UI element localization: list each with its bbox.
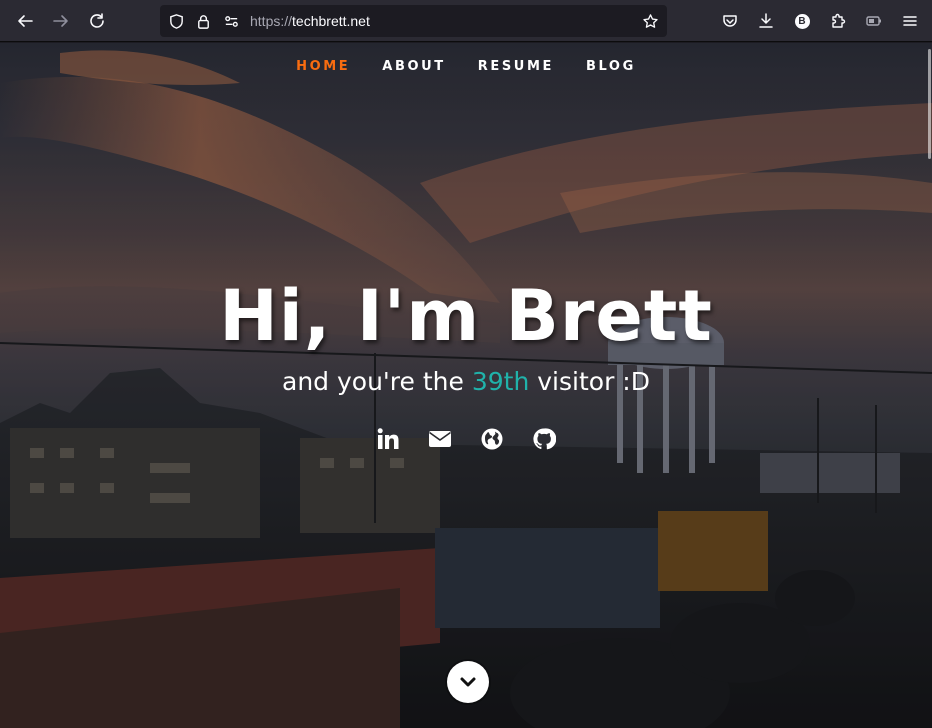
account-button[interactable]: B	[787, 6, 817, 36]
url-text[interactable]: https://techbrett.net	[250, 5, 370, 37]
pocket-icon	[723, 15, 737, 27]
pocket-button[interactable]	[715, 6, 745, 36]
github-icon	[533, 428, 556, 450]
email-link[interactable]	[428, 427, 452, 451]
email-icon	[429, 431, 451, 447]
back-arrow-icon	[18, 15, 33, 27]
url-bar[interactable]: https://techbrett.net	[160, 5, 667, 37]
puzzle-icon	[832, 13, 846, 28]
download-icon	[759, 13, 773, 28]
nav-link-home[interactable]: HOME	[280, 59, 366, 74]
globe-icon	[481, 428, 503, 450]
url-host: techbrett.net	[292, 13, 370, 29]
website-link[interactable]	[480, 427, 504, 451]
reload-icon	[90, 13, 104, 28]
subtitle-suffix: visitor :D	[529, 367, 650, 396]
battery-icon	[866, 16, 881, 26]
scrollbar-thumb[interactable]	[928, 49, 931, 159]
chevron-down-icon	[460, 677, 476, 687]
url-scheme: https://	[250, 13, 293, 29]
nav-link-about[interactable]: ABOUT	[366, 59, 461, 74]
forward-button[interactable]	[46, 6, 76, 36]
forward-arrow-icon	[53, 15, 68, 27]
reload-button[interactable]	[82, 6, 112, 36]
linkedin-link[interactable]	[376, 427, 400, 451]
linkedin-icon	[377, 428, 399, 449]
nav-link-blog[interactable]: BLOG	[570, 59, 652, 74]
permissions-icon[interactable]	[222, 12, 240, 30]
battery-extension-button[interactable]	[859, 6, 889, 36]
social-links	[0, 427, 932, 451]
downloads-button[interactable]	[751, 6, 781, 36]
hamburger-menu-icon	[903, 16, 917, 26]
menu-button[interactable]	[895, 6, 925, 36]
scroll-down-button[interactable]	[447, 661, 489, 703]
page-scrollbar[interactable]	[928, 43, 932, 728]
page-content: HOME ABOUT RESUME BLOG Hi, I'm Brett and…	[0, 43, 932, 728]
browser-toolbar: https://techbrett.net B	[0, 0, 932, 42]
account-avatar: B	[794, 13, 810, 29]
lock-icon[interactable]	[194, 12, 212, 30]
visitor-count: 39th	[471, 367, 530, 396]
subtitle-prefix: and you're the	[282, 367, 472, 396]
bookmark-star-icon[interactable]	[641, 12, 659, 30]
extensions-button[interactable]	[823, 6, 853, 36]
main-navigation: HOME ABOUT RESUME BLOG	[0, 59, 932, 74]
github-link[interactable]	[532, 427, 556, 451]
hero-title: Hi, I'm Brett	[219, 275, 713, 357]
tracking-shield-icon[interactable]	[167, 12, 185, 30]
nav-link-resume[interactable]: RESUME	[462, 59, 570, 74]
back-button[interactable]	[10, 6, 40, 36]
hero-subtitle: and you're the 39th visitor :D	[0, 367, 932, 396]
